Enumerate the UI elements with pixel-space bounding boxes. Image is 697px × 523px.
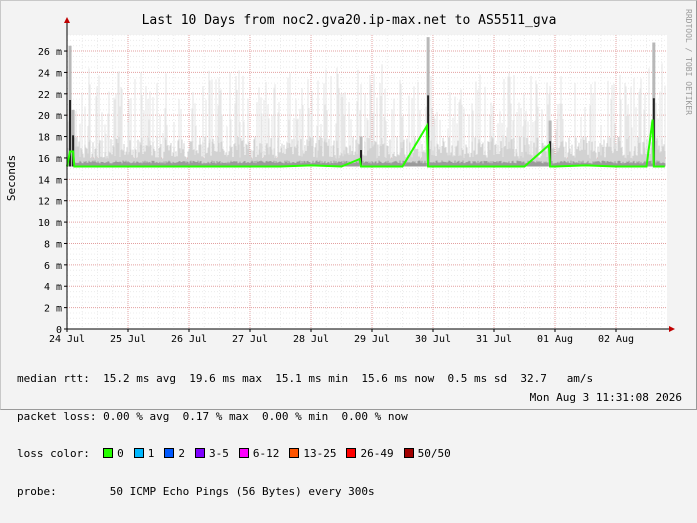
y-tick-label: 24 m: [38, 68, 62, 79]
y-axis-label: Seconds: [5, 155, 18, 201]
x-tick-label: 31 Jul: [476, 334, 512, 345]
latency-chart: Last 10 Days from noc2.gva20.ip-max.net …: [5, 9, 693, 345]
legend-swatch: [194, 448, 205, 458]
legend-label: 0: [117, 447, 124, 460]
packet-loss-label: packet loss:: [17, 409, 97, 423]
x-tick-label: 26 Jul: [171, 334, 207, 345]
x-tick-label: 27 Jul: [232, 334, 268, 345]
legend-item: 3-5: [194, 447, 229, 461]
y-tick-label: 20 m: [38, 111, 62, 122]
loss-color-legend: 0 1 2 3-5 6-12 13-25 26-49 50/50: [103, 447, 461, 460]
y-tick-labels: 02 m4 m6 m8 m10 m12 m14 m16 m18 m20 m22 …: [38, 47, 67, 336]
probe-label: probe:: [17, 484, 57, 498]
x-axis-arrow: [669, 326, 675, 332]
y-tick-label: 2 m: [44, 304, 62, 315]
y-axis-arrow: [64, 17, 70, 23]
legend-label: 3-5: [208, 447, 229, 460]
y-tick-label: 18 m: [38, 133, 62, 144]
legend-label: 6-12: [252, 447, 280, 460]
y-tick-label: 16 m: [38, 154, 62, 165]
median-rtt-values: 15.2 ms avg 19.6 ms max 15.1 ms min 15.6…: [103, 372, 594, 385]
y-tick-label: 8 m: [44, 239, 62, 250]
rrdtool-watermark: RRDTOOL / TOBI OETIKER: [684, 9, 693, 115]
legend-item: 1: [133, 447, 155, 461]
x-tick-label: 28 Jul: [293, 334, 329, 345]
x-tick-label: 24 Jul: [49, 334, 85, 345]
packet-loss-row: packet loss: 0.00 % avg 0.17 % max 0.00 …: [17, 409, 593, 424]
legend-item: 26-49: [346, 447, 394, 461]
legend-label: 50/50: [417, 447, 451, 460]
x-tick-labels: 24 Jul 25 Jul 26 Jul 27 Jul 28 Jul 29 Jul 30 J…: [49, 329, 634, 345]
plot-area: [67, 35, 667, 329]
legend-swatch: [133, 448, 144, 458]
legend-item: 50/50: [403, 447, 451, 461]
y-tick-label: 6 m: [44, 261, 62, 272]
median-rtt-row: median rtt: 15.2 ms avg 19.6 ms max 15.1…: [17, 372, 594, 386]
x-tick-label: 25 Jul: [110, 334, 146, 345]
legend-swatch: [164, 448, 175, 458]
x-tick-label: 30 Jul: [415, 334, 451, 345]
chart-title: Last 10 Days from noc2.gva20.ip-max.net …: [142, 13, 557, 28]
loss-color-label: loss color:: [17, 447, 90, 460]
y-tick-label: 12 m: [38, 197, 62, 208]
y-tick-label: 14 m: [38, 175, 62, 186]
stats-block: median rtt: 15.2 ms avg 19.6 ms max 15.1…: [17, 348, 593, 523]
legend-swatch: [103, 448, 114, 458]
y-tick-label: 22 m: [38, 90, 62, 101]
y-tick-label: 26 m: [38, 47, 62, 58]
median-rtt-label: median rtt:: [17, 372, 90, 385]
y-tick-label: 4 m: [44, 282, 62, 293]
x-tick-label: 29 Jul: [354, 334, 390, 345]
probe-value: 50 ICMP Echo Pings (56 Bytes) every 300s: [109, 484, 375, 498]
legend-swatch: [403, 448, 414, 458]
legend-item: 6-12: [238, 447, 280, 461]
loss-color-row: loss color: 0 1 2 3-5 6-12 13-25 26-49 50/50: [17, 447, 593, 461]
legend-label: 2: [178, 447, 185, 460]
legend-swatch: [346, 448, 357, 458]
legend-label: 26-49: [360, 447, 394, 460]
y-tick-label: 10 m: [38, 218, 62, 229]
legend-label: 1: [147, 447, 155, 460]
x-tick-label: 01 Aug: [537, 334, 573, 345]
generated-date: Mon Aug 3 11:31:08 2026: [529, 391, 682, 404]
legend-swatch: [238, 448, 249, 458]
x-tick-label: 02 Aug: [598, 334, 634, 345]
probe-row: probe: 50 ICMP Echo Pings (56 Bytes) eve…: [17, 484, 593, 499]
smokeping-graph: Last 10 Days from noc2.gva20.ip-max.net …: [0, 0, 697, 497]
legend-item: 13-25: [289, 447, 337, 461]
legend-swatch: [289, 448, 300, 458]
legend-item: 2: [164, 447, 185, 461]
legend-item: 0: [103, 447, 124, 461]
legend-label: 13-25: [303, 447, 337, 460]
packet-loss-values: 0.00 % avg 0.17 % max 0.00 % min 0.00 % …: [103, 409, 408, 423]
